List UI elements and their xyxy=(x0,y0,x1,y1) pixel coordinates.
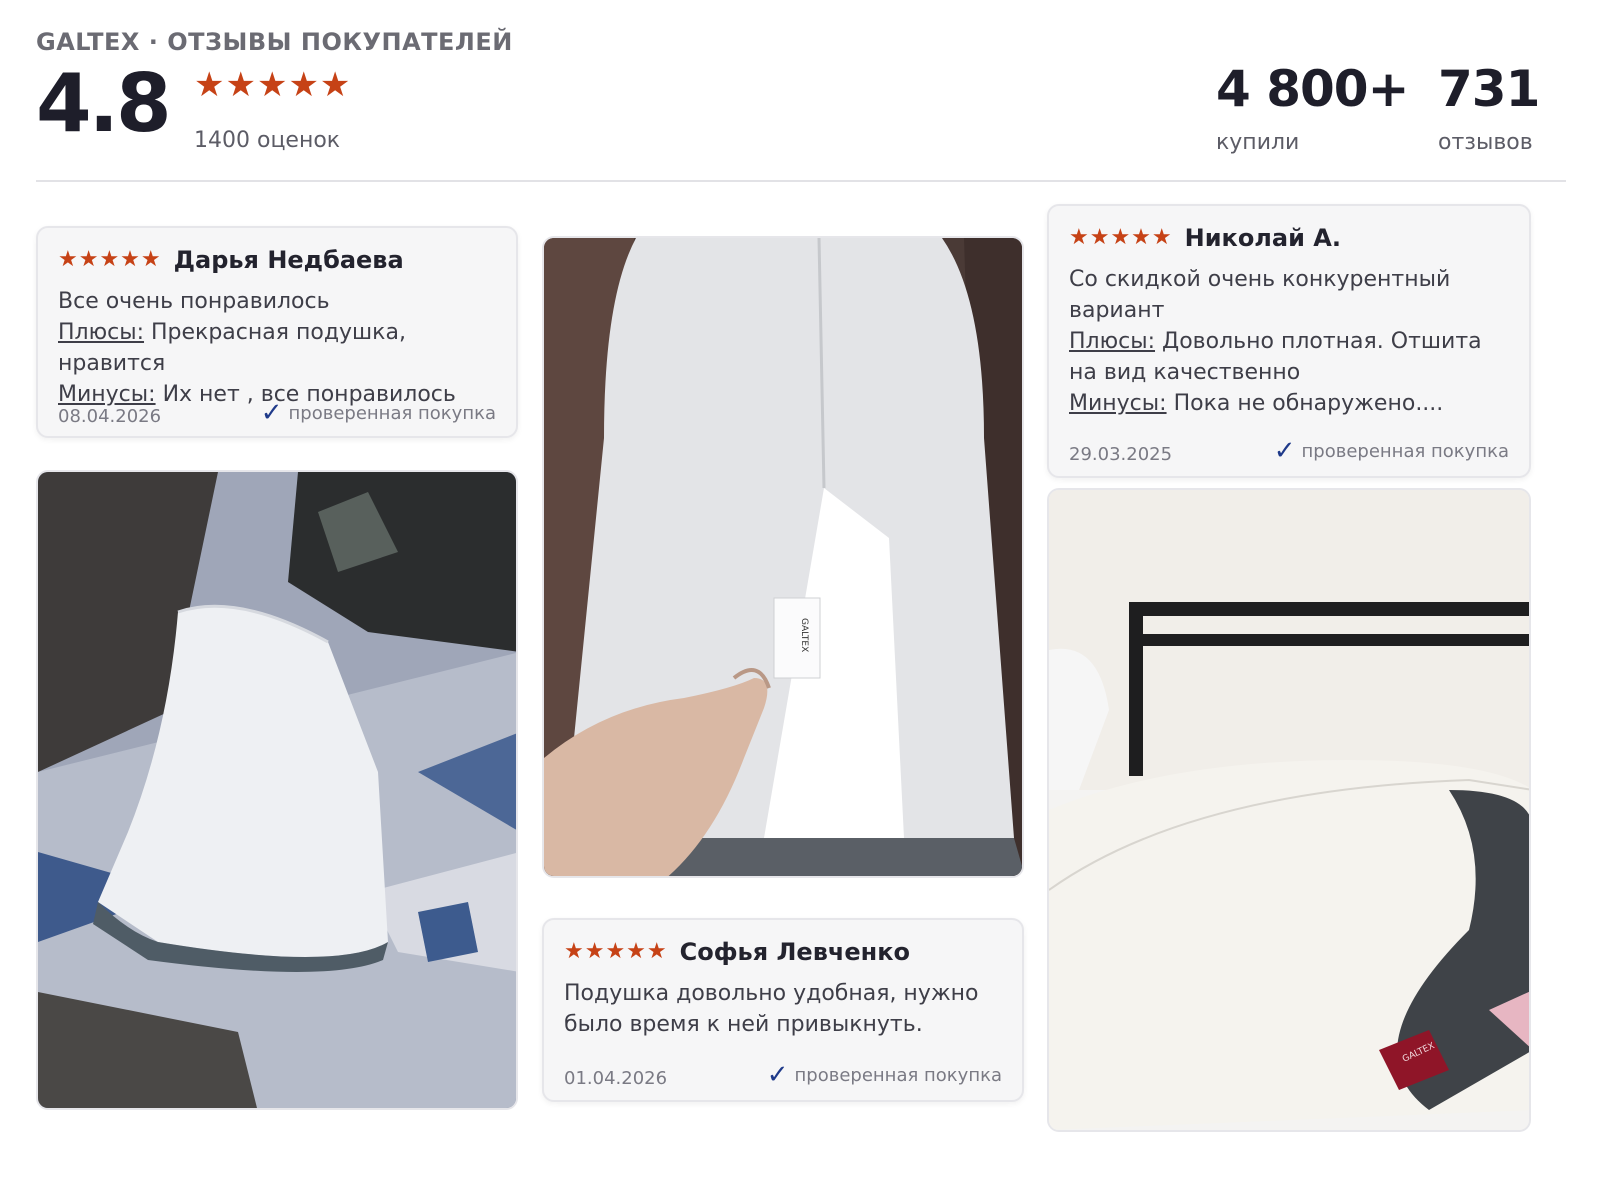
check-icon: ✓ xyxy=(260,398,283,428)
reviews-header: GALTEX · ОТЗЫВЫ ПОКУПАТЕЛЕЙ 4.8 ★★★★★ 14… xyxy=(36,24,1566,184)
review-text: Со скидкой очень конкурентный вариант xyxy=(1069,267,1451,323)
verified-badge: ✓ проверенная покупка xyxy=(767,1062,1002,1088)
reviews-value: 731 xyxy=(1438,60,1540,118)
verified-badge: ✓ проверенная покупка xyxy=(1274,438,1509,464)
review-stars: ★★★★★ xyxy=(1069,225,1173,250)
average-rating: 4.8 xyxy=(36,57,172,150)
pros-label: Плюсы: xyxy=(1069,329,1156,354)
pros-label: Плюсы: xyxy=(58,320,145,345)
cons-text: Пока не обнаружено.... xyxy=(1173,391,1444,416)
stat-reviews: 731 отзывов xyxy=(1438,60,1540,155)
ratings-count: 1400 оценок xyxy=(194,128,341,153)
cons-label: Минусы: xyxy=(1069,391,1167,416)
pillow-photo-image xyxy=(38,472,516,1108)
tag-label: GALTEX xyxy=(799,618,809,652)
review-body: Со скидкой очень конкурентный вариант Пл… xyxy=(1069,264,1511,419)
pillow-bed-photo-image: GALTEX xyxy=(1049,490,1529,1130)
review-date: 29.03.2025 xyxy=(1069,444,1173,465)
rating-stars: ★★★★★ xyxy=(194,65,352,105)
verified-label: проверенная покупка xyxy=(1301,440,1509,462)
review-stars: ★★★★★ xyxy=(58,247,162,272)
review-body: Все очень понравилось Плюсы: Прекрасная … xyxy=(58,286,498,410)
review-author: Софья Левченко xyxy=(679,938,910,966)
review-header: ★★★★★ Дарья Недбаева xyxy=(58,246,404,274)
review-header: ★★★★★ Николай А. xyxy=(1069,224,1341,252)
cons-label: Минусы: xyxy=(58,382,156,407)
review-card: ★★★★★ Николай А. Со скидкой очень конкур… xyxy=(1047,204,1531,478)
bought-value: 4 800+ xyxy=(1216,60,1409,118)
review-author: Дарья Недбаева xyxy=(173,246,404,274)
verified-label: проверенная покупка xyxy=(794,1064,1002,1086)
review-header: ★★★★★ Софья Левченко xyxy=(564,938,910,966)
review-author: Николай А. xyxy=(1184,224,1341,252)
bought-label: купили xyxy=(1216,130,1300,155)
review-card: ★★★★★ Софья Левченко Подушка довольно уд… xyxy=(542,918,1024,1102)
verified-label: проверенная покупка xyxy=(288,402,496,424)
review-date: 08.04.2026 xyxy=(58,406,162,427)
review-photo[interactable]: GALTEX xyxy=(542,236,1024,878)
review-text: Подушка довольно удобная, нужно было вре… xyxy=(564,981,979,1037)
check-icon: ✓ xyxy=(766,1060,789,1090)
review-photo[interactable] xyxy=(36,470,518,1110)
brand-title: GALTEX · ОТЗЫВЫ ПОКУПАТЕЛЕЙ xyxy=(36,28,513,56)
verified-badge: ✓ проверенная покупка xyxy=(261,400,496,426)
review-stars: ★★★★★ xyxy=(564,939,668,964)
check-icon: ✓ xyxy=(1273,436,1296,466)
pillow-cover-photo-image: GALTEX xyxy=(544,238,1022,876)
review-text: Все очень понравилось xyxy=(58,289,330,314)
review-card: ★★★★★ Дарья Недбаева Все очень понравило… xyxy=(36,226,518,438)
review-date: 01.04.2026 xyxy=(564,1068,668,1089)
review-photo[interactable]: GALTEX xyxy=(1047,488,1531,1132)
header-divider xyxy=(36,180,1566,182)
stat-bought: 4 800+ купили xyxy=(1216,60,1409,155)
reviews-label: отзывов xyxy=(1438,130,1533,155)
